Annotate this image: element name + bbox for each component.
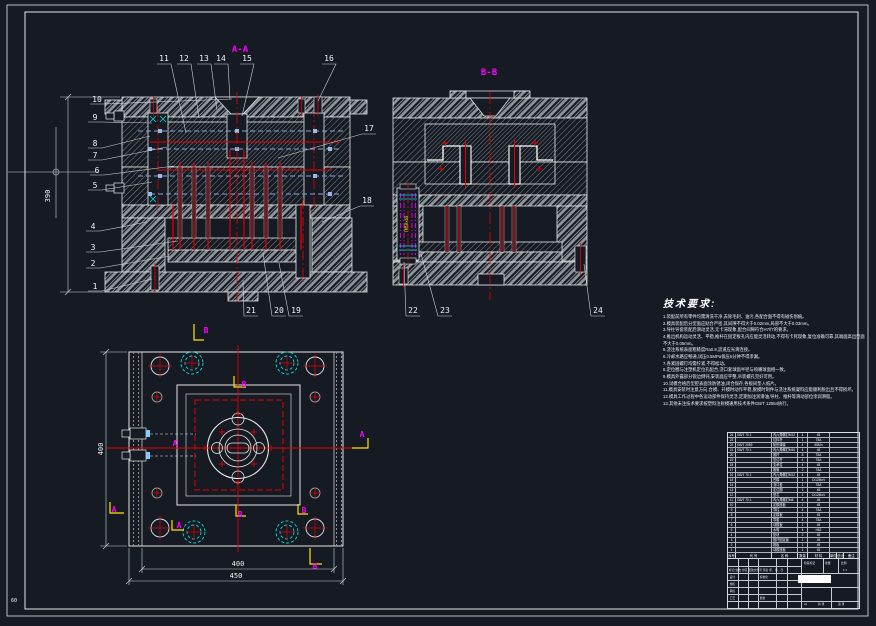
callout-16: 16 xyxy=(324,54,334,63)
scale-label: 比例 xyxy=(841,561,847,565)
callout-21: 21 xyxy=(246,306,256,315)
callout-23: 23 xyxy=(440,306,450,315)
technical-requirement-line: 1.装配前所有零件均需清洗干净,去除毛刺、油污,各配合面不得有碰伤划痕。 xyxy=(663,314,807,319)
technical-requirement-line: 5.浇注系统表面粗糙度Ra0.8,流道应光滑连接。 xyxy=(663,347,753,353)
cad-sheet: { "sheet": { "corner_mark": "60" }, "sec… xyxy=(0,0,876,621)
callout-18: 18 xyxy=(362,196,372,205)
checker-label: 校核 xyxy=(729,581,736,586)
standardization-label: 标准化 xyxy=(759,574,768,579)
callout-8: 8 xyxy=(93,139,98,148)
spring-unit: TM50×60 xyxy=(396,182,420,266)
technical-requirement-line: 6.冷却水路应畅通,试压0.5MPa保压5分钟不得渗漏。 xyxy=(663,353,763,359)
svg-text:B: B xyxy=(302,506,307,515)
approver-label: 批准 xyxy=(759,595,766,600)
svg-text:B: B xyxy=(238,510,243,519)
callout-2: 2 xyxy=(91,259,96,268)
technical-requirement-line: 3.导柱导套装配后滑动灵活,无卡滞现象,配合间隙符合H7/f7的要求。 xyxy=(663,327,791,333)
callout-24: 24 xyxy=(593,306,603,315)
technical-requirement-line: 12.模具工作过程中各运动部件保持灵活,定期加注润滑油,导柱、推杆等滑动部位涂润… xyxy=(663,393,835,399)
parts-list-rows: 24 GB/T 70.1 内六角螺钉M12 4 45 23 拉料杆 1 T8A 22 GB/T 20… xyxy=(728,433,859,553)
technical-requirement-line: 8.定位圈与注塑机定位孔配合,浇口套球面半径与喷嘴球面相一致。 xyxy=(663,367,789,373)
aa-height-value: 390 xyxy=(44,190,52,203)
callout-20: 20 xyxy=(274,306,284,315)
svg-text:A: A xyxy=(173,439,178,448)
section-bb-view: B-B TM50×60 xyxy=(392,68,588,300)
dim-side-height: 400 xyxy=(97,443,105,456)
stage-label: 阶段标记 xyxy=(804,561,816,565)
callout-5: 5 xyxy=(93,181,98,190)
callout-1: 1 xyxy=(93,282,98,291)
dim-inner-width: 400 xyxy=(232,560,245,568)
technical-requirement-line: 13.其他未注技术要求按塑料注射模通用技术条件GB/T 12554执行。 xyxy=(663,400,791,406)
callout-6: 6 xyxy=(95,166,100,175)
callout-22: 22 xyxy=(408,306,418,315)
svg-text:B: B xyxy=(242,380,247,389)
callout-10: 10 xyxy=(92,95,102,104)
sheet-corner-mark: 60 xyxy=(11,598,17,604)
callout-11: 11 xyxy=(159,54,169,63)
technical-requirement-line: 4.推出机构运动灵活、平稳,推杆在固定板孔内应能灵活转动,不得有卡死现象,复位准… xyxy=(663,333,865,346)
callout-15: 15 xyxy=(242,54,252,63)
weight-label: 重量 xyxy=(825,561,831,565)
svg-text:A: A xyxy=(112,505,117,514)
revision-marks-row: 标记 处数 分区 更改文件号 签名 年、月、日 xyxy=(729,567,784,572)
guide-pillar xyxy=(303,107,325,212)
technical-requirement-line: 11.模具安装时注意方向,合模、开模时动作平稳,脱模时制件与浇注系统凝料应能顺利… xyxy=(663,387,856,393)
drawing-number-bar xyxy=(798,575,831,583)
technical-requirements: 技术要求: 1.装配前所有零件均需清洗干净,去除毛刺、油污,各配合面不得有碰伤划… xyxy=(663,295,867,407)
technical-requirements-title: 技术要求: xyxy=(663,299,717,310)
callout-4: 4 xyxy=(91,222,96,231)
callout-14: 14 xyxy=(216,54,226,63)
spring-tag: TM50×60 xyxy=(404,215,409,232)
callout-19: 19 xyxy=(291,306,301,315)
auditor-label: 审核 xyxy=(729,588,736,593)
svg-text:A: A xyxy=(177,521,182,530)
sheet-page: 第 张 xyxy=(838,602,845,606)
callout-7: 7 xyxy=(93,151,98,160)
section-bb-label: B-B xyxy=(481,68,498,78)
title-block: 标记 处数 分区 更改文件号 签名 年、月、日 设计 校核 审核 工艺 标准化 … xyxy=(727,558,860,609)
svg-text:A: A xyxy=(360,430,365,439)
callout-12: 12 xyxy=(179,54,189,63)
callout-3: 3 xyxy=(91,243,96,252)
dim-outer-width: 450 xyxy=(230,572,243,580)
parts-list-table: 24 GB/T 70.1 内六角螺钉M12 4 45 23 拉料杆 1 T8A 22 GB/T 20… xyxy=(727,432,860,559)
scale-value: 1:1 xyxy=(843,567,847,572)
technical-requirements-list: 1.装配前所有零件均需清洗干净,去除毛刺、油污,各配合面不得有碰伤划痕。 2.模具… xyxy=(663,314,867,407)
process-label: 工艺 xyxy=(729,595,736,600)
callout-9: 9 xyxy=(93,113,98,122)
sheet-total: 共 张 xyxy=(818,602,825,606)
svg-text:B: B xyxy=(204,326,209,335)
callout-17: 17 xyxy=(364,124,374,133)
callout-13: 13 xyxy=(199,54,209,63)
technical-requirement-line: 9.模具外露部分锐边倒钝,安装面应平整,吊装螺孔完好可用。 xyxy=(663,373,777,379)
designer-label: 设计 xyxy=(729,574,736,579)
sheet-size: A1 xyxy=(804,602,808,606)
support-pillar xyxy=(295,200,311,282)
svg-text:B: B xyxy=(313,562,318,571)
